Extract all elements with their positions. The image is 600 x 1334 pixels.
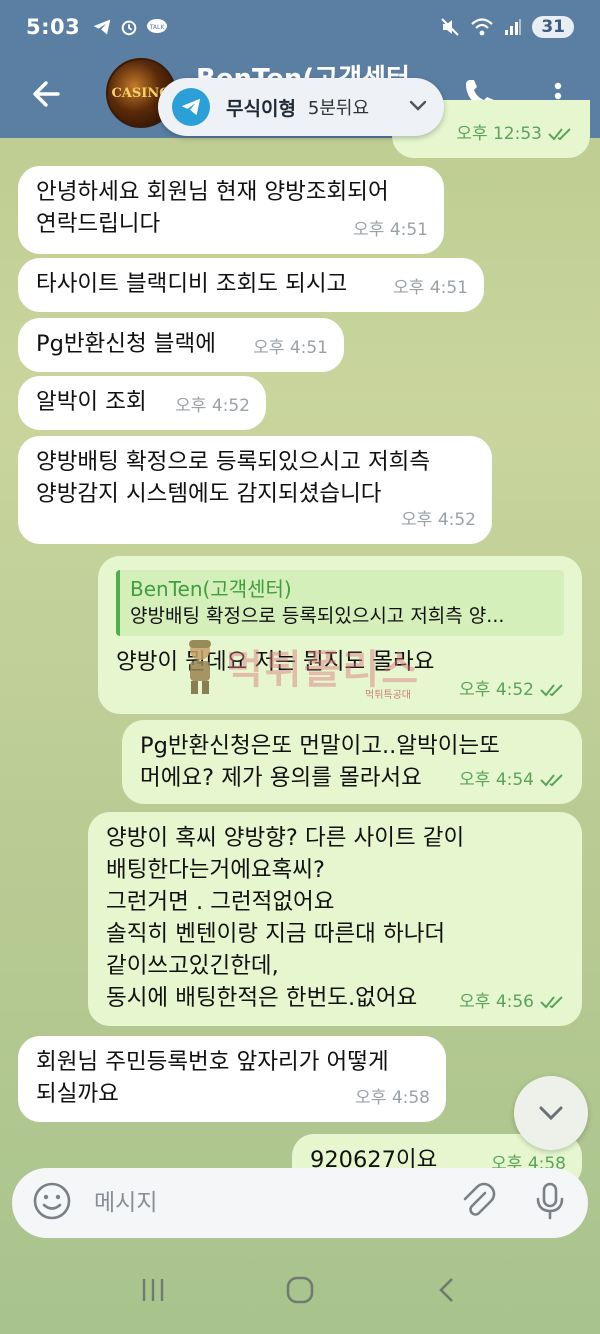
double-check-icon [548,128,571,141]
home-button[interactable] [284,1274,316,1310]
chevron-down-icon [539,1106,563,1121]
notification-label: 무식이형 [226,97,296,120]
watermark-sub: 먹튀특공대 [365,690,411,701]
back-button[interactable] [24,72,68,116]
reply-quote[interactable]: BenTen(고객센터) 양방배팅 확정으로 등록되있으시고 저희측 양... [116,570,564,636]
watermark: 먹튀폴리스 먹튀특공대 [180,636,420,701]
emoji-button[interactable] [32,1181,72,1225]
status-time: 5:03 [26,15,81,39]
message-bubble-in[interactable]: 안녕하세요 회원님 현재 양방조회되어 연락드립니다 오후 4:51 [18,166,444,254]
system-back-button[interactable] [432,1275,462,1309]
mute-icon [441,18,460,36]
status-right-icons: 31 [440,16,574,38]
status-left-icons: TALK [92,18,168,36]
scroll-down-button[interactable] [514,1076,588,1150]
message-bubble-in[interactable]: 알박이 조회 오후 4:52 [18,376,266,430]
battery-badge: 31 [532,16,574,38]
telegram-notification-icon [93,19,111,35]
message-bubble-in[interactable]: 회원님 주민등록번호 앞자리가 어떻게 되실까요 오후 4:58 [18,1036,446,1122]
message-time: 오후 4:56 [459,992,534,1012]
message-time: 오후 4:52 [175,396,250,416]
message-time: 오후 4:52 [459,680,534,700]
message-time: 오후 12:53 [456,124,542,144]
telegram-icon [172,88,210,126]
message-bubble-in[interactable]: 양방배팅 확정으로 등록되있으시고 저희측 양방감지 시스템에도 감지되셨습니다… [18,436,492,544]
recent-apps-button[interactable] [138,1275,168,1309]
home-icon [286,1276,314,1304]
attach-button[interactable] [458,1181,498,1225]
message-text: 양방배팅 확정으로 등록되있으시고 저희측 양방감지 시스템에도 감지되셨습니다 [36,449,431,507]
back-chevron-icon [439,1278,453,1302]
message-bubble-in[interactable]: 타사이트 블랙디비 조회도 되시고 오후 4:51 [18,258,484,312]
message-time: 오후 4:54 [459,770,534,790]
message-bubble-out[interactable]: Pg반환신청은또 먼말이고..알박이는또 머에요? 제가 용의를 몰라서요 오후… [122,720,582,804]
recent-apps-icon [142,1279,164,1301]
talk-icon: TALK [147,19,168,33]
mic-button[interactable] [532,1181,568,1225]
status-bar: 5:03 TALK 31 [0,0,600,54]
notification-sub: 5분뒤요 [307,98,370,119]
chevron-down-icon[interactable] [406,93,430,121]
quote-author: BenTen(고객센터) [130,577,292,601]
microphone-icon [536,1182,564,1220]
emoji-icon [33,1182,71,1220]
back-arrow-icon [33,81,60,107]
message-time: 오후 4:58 [355,1088,430,1108]
alarm-icon [121,20,137,36]
message-input[interactable] [94,1190,434,1216]
message-bubble-out[interactable]: 양방이 혹씨 양방향? 다른 사이트 같이 배팅한다는거에요혹씨? 그런거면 .… [88,812,582,1026]
notification-pill[interactable]: 무식이형 5분뒤요 [158,78,444,136]
paperclip-icon [463,1182,496,1216]
message-time: 오후 4:51 [253,338,328,358]
soldier-mascot-icon [189,640,211,694]
double-check-icon [540,996,563,1009]
svg-text:TALK: TALK [149,24,166,31]
message-time: 오후 4:52 [401,510,476,530]
signal-icon [505,19,522,35]
message-time: 오후 4:51 [393,278,468,298]
system-nav-bar [0,1250,600,1334]
message-time: 오후 4:51 [353,220,428,240]
wifi-icon [471,18,494,36]
quote-text: 양방배팅 확정으로 등록되있으시고 저희측 양... [130,605,505,627]
message-composer [12,1168,588,1238]
double-check-icon [540,684,563,697]
double-check-icon [540,774,563,787]
message-bubble-in[interactable]: Pg반환신청 블랙에 오후 4:51 [18,318,344,372]
